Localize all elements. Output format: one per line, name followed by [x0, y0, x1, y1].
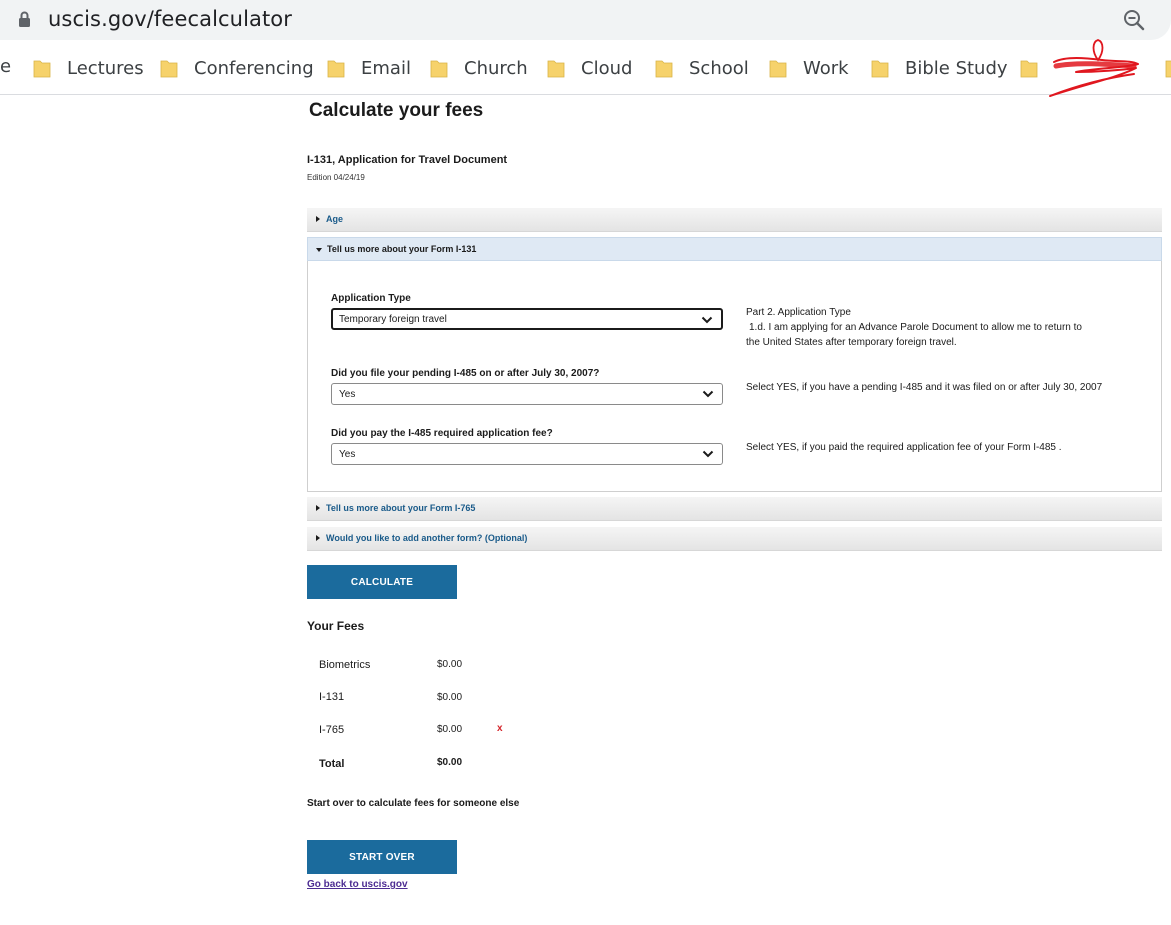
- lock-icon[interactable]: [18, 11, 31, 28]
- bookmark-conferencing[interactable]: Conferencing: [160, 56, 314, 80]
- start-over-button[interactable]: START OVER: [307, 840, 457, 874]
- pending-i485-label: Did you file your pending I-485 on or af…: [331, 368, 600, 379]
- folder-icon: [871, 60, 889, 78]
- your-fees-title: Your Fees: [307, 619, 365, 633]
- caret-right-icon: [316, 535, 320, 541]
- bookmark-overflow[interactable]: [1165, 56, 1171, 80]
- fee-amount-biometrics: $0.00: [437, 659, 463, 670]
- accordion-i765-label: Tell us more about your Form I-765: [326, 503, 476, 513]
- bookmark-label: School: [689, 57, 749, 79]
- folder-icon: [1165, 60, 1171, 78]
- fee-total-label: Total: [319, 758, 345, 770]
- back-to-uscis-link[interactable]: Go back to uscis.gov: [307, 879, 408, 890]
- bookmark-cloud[interactable]: Cloud: [547, 56, 632, 80]
- fee-name-biometrics: Biometrics: [319, 659, 371, 671]
- pending-i485-value: Yes: [339, 389, 356, 400]
- folder-icon: [160, 60, 178, 78]
- calculate-button[interactable]: CALCULATE: [307, 565, 457, 599]
- bookmark-label: Work: [803, 57, 849, 79]
- folder-icon: [547, 60, 565, 78]
- application-type-hint-title: Part 2. Application Type: [746, 307, 851, 318]
- bookmark-cut-label[interactable]: e: [0, 56, 11, 77]
- bookmark-church[interactable]: Church: [430, 56, 528, 80]
- bookmark-label: Lectures: [67, 57, 144, 79]
- folder-icon: [430, 60, 448, 78]
- folder-icon: [655, 60, 673, 78]
- accordion-i765[interactable]: Tell us more about your Form I-765: [307, 497, 1162, 521]
- fee-total-amount: $0.00: [437, 757, 463, 768]
- bookmark-label: Bible Study: [905, 57, 1008, 79]
- accordion-i131[interactable]: Tell us more about your Form I-131: [307, 237, 1162, 261]
- remove-i765-icon[interactable]: x: [497, 723, 503, 734]
- bookmark-label: Cloud: [581, 57, 633, 79]
- bookmark-label: Email: [361, 57, 411, 79]
- bookmark-bible-study[interactable]: Bible Study: [871, 56, 1008, 80]
- fee-name-i131: I-131: [319, 691, 345, 703]
- bookmark-work[interactable]: Work: [769, 56, 849, 80]
- paid-i485-hint: Select YES, if you paid the required app…: [746, 442, 1062, 453]
- fee-amount-i131: $0.00: [437, 692, 463, 703]
- pending-i485-select[interactable]: Yes: [331, 383, 723, 405]
- accordion-add-form-label: Would you like to add another form? (Opt…: [326, 533, 528, 543]
- fee-name-i765: I-765: [319, 724, 345, 736]
- application-type-value: Temporary foreign travel: [339, 314, 447, 325]
- application-type-hint-body-2: the United States after temporary foreig…: [746, 337, 957, 348]
- redaction-scribble: [1049, 39, 1139, 97]
- accordion-age[interactable]: Age: [307, 208, 1162, 232]
- caret-right-icon: [316, 216, 320, 222]
- fee-amount-i765: $0.00: [437, 724, 463, 735]
- bookmark-lectures[interactable]: Lectures: [33, 56, 144, 80]
- chevron-down-icon: [702, 450, 714, 458]
- accordion-age-label: Age: [326, 214, 344, 224]
- folder-icon: [327, 60, 345, 78]
- folder-icon: [1020, 60, 1038, 78]
- accordion-i131-label: Tell us more about your Form I-131: [327, 244, 477, 254]
- folder-icon: [33, 60, 51, 78]
- form-title: I-131, Application for Travel Document: [307, 154, 508, 166]
- pending-i485-hint: Select YES, if you have a pending I-485 …: [746, 382, 1103, 393]
- start-over-text: Start over to calculate fees for someone…: [307, 798, 520, 809]
- application-type-hint-body: 1.d. I am applying for an Advance Parole…: [749, 322, 1082, 333]
- form-edition: Edition 04/24/19: [307, 173, 365, 182]
- page-title: Calculate your fees: [309, 100, 484, 121]
- bookmark-label: Church: [464, 57, 528, 79]
- application-type-label: Application Type: [331, 293, 411, 304]
- url-text[interactable]: uscis.gov/feecalculator: [48, 7, 292, 31]
- accordion-add-form[interactable]: Would you like to add another form? (Opt…: [307, 527, 1162, 551]
- chevron-down-icon: [702, 390, 714, 398]
- paid-i485-value: Yes: [339, 449, 356, 460]
- caret-right-icon: [316, 505, 320, 511]
- bookmark-email[interactable]: Email: [327, 56, 411, 80]
- paid-i485-select[interactable]: Yes: [331, 443, 723, 465]
- folder-icon: [769, 60, 787, 78]
- chevron-down-icon: [701, 316, 713, 324]
- zoom-out-icon[interactable]: [1122, 8, 1146, 32]
- bookmarks-bar: e Lectures Conferencing Email Church Clo…: [0, 40, 1171, 95]
- paid-i485-label: Did you pay the I-485 required applicati…: [331, 428, 553, 439]
- caret-down-icon: [316, 248, 322, 252]
- bookmark-label: Conferencing: [194, 57, 314, 79]
- address-bar[interactable]: uscis.gov/feecalculator: [0, 0, 1171, 40]
- bookmark-school[interactable]: School: [655, 56, 749, 80]
- application-type-select[interactable]: Temporary foreign travel: [331, 308, 723, 330]
